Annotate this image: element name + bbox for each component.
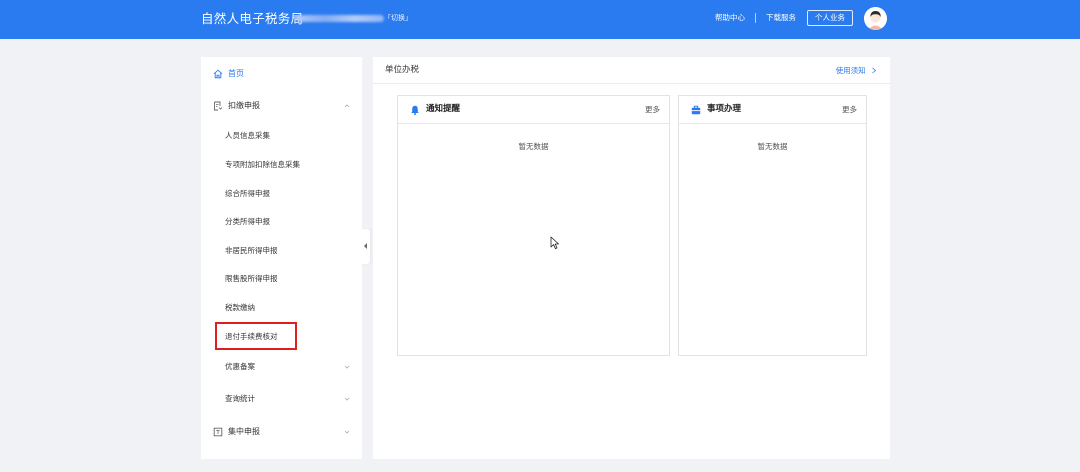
affairs-more-link[interactable]: 更多: [842, 105, 857, 115]
blurred-organization-name: [296, 15, 384, 22]
sidebar-subitem-personnel-info[interactable]: 人员信息采集: [201, 126, 362, 146]
sidebar-subitem-label: 限售股所得申报: [225, 274, 278, 283]
sidebar-subitem-query-statistics[interactable]: 查询统计: [201, 389, 362, 409]
sidebar-subitem-label: 税款缴纳: [225, 303, 255, 312]
download-service-link[interactable]: 下载服务: [766, 13, 796, 23]
usage-guide-link[interactable]: 使用须知: [836, 66, 877, 76]
chevron-right-icon: [872, 67, 877, 73]
page-title: 单位办税: [385, 65, 420, 75]
switch-organization-link[interactable]: 「切换」: [384, 13, 412, 23]
sidebar-subitem-special-deduction[interactable]: 专项附加扣除信息采集: [201, 155, 362, 175]
user-avatar[interactable]: [864, 7, 887, 30]
archive-icon: [213, 427, 223, 437]
sidebar-subitem-nonresident-income[interactable]: 非居民所得申报: [201, 241, 362, 261]
card-header: 事项办理 更多: [679, 96, 866, 124]
notice-card: 通知提醒 更多 暂无数据: [397, 95, 670, 356]
sidebar-item-centralized[interactable]: 集中申报: [201, 422, 362, 442]
mouse-cursor-icon: [550, 236, 559, 249]
sidebar-subitem-label: 查询统计: [225, 394, 255, 403]
home-icon: [213, 69, 223, 79]
chevron-up-icon: [344, 104, 350, 108]
briefcase-icon: [691, 105, 701, 115]
empty-state-text: 暂无数据: [518, 142, 549, 151]
avatar-icon: [864, 7, 887, 30]
bell-icon: [411, 105, 419, 115]
sidebar-subitem-tax-payment[interactable]: 税款缴纳: [201, 298, 362, 318]
header-divider: [755, 13, 756, 23]
sidebar-subitem-classified-income[interactable]: 分类所得申报: [201, 212, 362, 232]
sidebar-item-label: 首页: [228, 69, 244, 78]
sidebar-subitem-label: 非居民所得申报: [225, 246, 278, 255]
sidebar-subitem-label: 综合所得申报: [225, 189, 270, 198]
sidebar-item-label: 扣缴申报: [228, 101, 260, 110]
sidebar-subitem-label: 专项附加扣除信息采集: [225, 160, 300, 169]
sidebar-item-label: 集中申报: [228, 427, 260, 436]
card-header: 通知提醒 更多: [398, 96, 669, 124]
card-title: 通知提醒: [426, 104, 461, 114]
empty-state-text: 暂无数据: [757, 142, 788, 151]
top-header: 自然人电子税务局 「切换」 帮助中心 下载服务 个人业务: [0, 0, 1080, 39]
sidebar-subitem-label: 优惠备案: [225, 362, 255, 371]
card-title: 事项办理: [707, 104, 742, 114]
title-divider: [373, 83, 890, 84]
highlight-annotation-box: [215, 322, 297, 350]
chevron-down-icon: [344, 365, 350, 369]
help-center-link[interactable]: 帮助中心: [715, 13, 745, 23]
sidebar-collapse-toggle[interactable]: [362, 229, 370, 264]
main-panel: 单位办税 使用须知 通知提醒 更多 暂无数据 事项办理 更多 暂无数据: [373, 57, 890, 459]
site-title[interactable]: 自然人电子税务局: [201, 11, 303, 27]
sidebar-subitem-label: 分类所得申报: [225, 217, 270, 226]
sidebar-nav: 首页 扣缴申报 人员信息采集 专项附加扣除信息采集 综合所得申报 分类所得申报 …: [201, 57, 362, 459]
chevron-down-icon: [344, 397, 350, 401]
usage-guide-label: 使用须知: [835, 66, 866, 75]
sidebar-subitem-preferential-filing[interactable]: 优惠备案: [201, 357, 362, 377]
personal-business-button[interactable]: 个人业务: [807, 10, 853, 26]
collapse-arrow-icon: [364, 243, 367, 249]
sidebar-subitem-comprehensive-income[interactable]: 综合所得申报: [201, 184, 362, 204]
sidebar-subitem-restricted-stock[interactable]: 限售股所得申报: [201, 269, 362, 289]
affairs-card: 事项办理 更多 暂无数据: [678, 95, 867, 356]
sidebar-subitem-label: 人员信息采集: [225, 131, 270, 140]
notice-more-link[interactable]: 更多: [645, 105, 660, 115]
sidebar-item-home[interactable]: 首页: [201, 64, 362, 84]
sidebar-item-withholding[interactable]: 扣缴申报: [201, 96, 362, 116]
chevron-down-icon: [344, 430, 350, 434]
document-icon: [214, 101, 223, 111]
